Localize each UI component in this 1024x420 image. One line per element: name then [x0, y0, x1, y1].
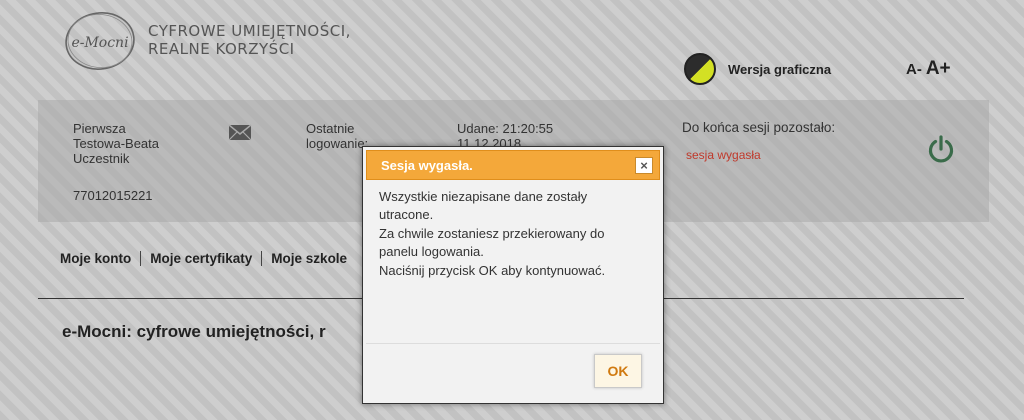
contrast-label[interactable]: Wersja graficzna	[728, 62, 831, 77]
nav-my-trainings[interactable]: Moje szkole	[261, 251, 356, 266]
session-timer-label: Do końca sesji pozostało:	[682, 120, 836, 135]
session-expired-dialog: Sesja wygasła. × Wszystkie niezapisane d…	[362, 146, 664, 404]
dialog-message-line: Za chwile zostaniesz przekierowany do pa…	[379, 225, 605, 260]
last-login-label-line: Ostatnie	[306, 121, 355, 136]
dialog-message-line: Naciśnij przycisk OK aby kontynuować.	[379, 262, 606, 278]
tagline-line-2: REALNE KORZYŚCI	[148, 40, 295, 58]
nav-my-account[interactable]: Moje konto	[60, 251, 140, 266]
page-title: e-Mocni: cyfrowe umiejętności, r	[62, 322, 326, 341]
font-size-controls: A- A+	[906, 58, 951, 80]
main-nav: Moje konto Moje certyfikaty Moje szkole	[60, 251, 356, 266]
user-role: Uczestnik	[73, 151, 130, 166]
font-increase-button[interactable]: A+	[926, 58, 951, 79]
user-name-line: Testowa-Beata	[73, 136, 159, 151]
dialog-message-line: Wszystkie niezapisane dane zostały utrac…	[379, 189, 588, 223]
user-name-line: Pierwsza	[73, 121, 126, 136]
tagline-line-1: CYFROWE UMIEJĘTNOŚCI,	[148, 22, 351, 40]
dialog-title: Sesja wygasła.	[381, 158, 473, 173]
contrast-toggle[interactable]: Wersja graficzna	[684, 53, 831, 85]
mail-icon[interactable]	[228, 122, 252, 142]
power-icon[interactable]	[926, 134, 956, 164]
tagline: CYFROWE UMIEJĘTNOŚCI, REALNE KORZYŚCI	[148, 22, 351, 58]
dialog-separator	[366, 343, 660, 344]
contrast-icon[interactable]	[684, 53, 716, 85]
dialog-header: Sesja wygasła. ×	[366, 150, 660, 180]
last-login-label-line: logowanie:	[306, 136, 369, 151]
user-id: 77012015221	[73, 188, 153, 203]
close-icon[interactable]: ×	[635, 157, 653, 174]
ok-button[interactable]: OK	[594, 354, 642, 388]
last-login-time: Udane: 21:20:55	[457, 121, 554, 136]
user-name: Pierwsza Testowa-Beata Uczestnik	[73, 121, 159, 166]
dialog-message: Wszystkie niezapisane dane zostały utrac…	[379, 188, 641, 280]
nav-my-certificates[interactable]: Moje certyfikaty	[140, 251, 261, 266]
session-status: sesja wygasła	[686, 148, 761, 162]
logo-text: e-Mocni	[71, 35, 128, 51]
emocni-logo[interactable]: e-Mocni	[62, 10, 138, 72]
last-login-label: Ostatnie logowanie:	[306, 121, 368, 151]
font-decrease-button[interactable]: A-	[906, 61, 922, 78]
